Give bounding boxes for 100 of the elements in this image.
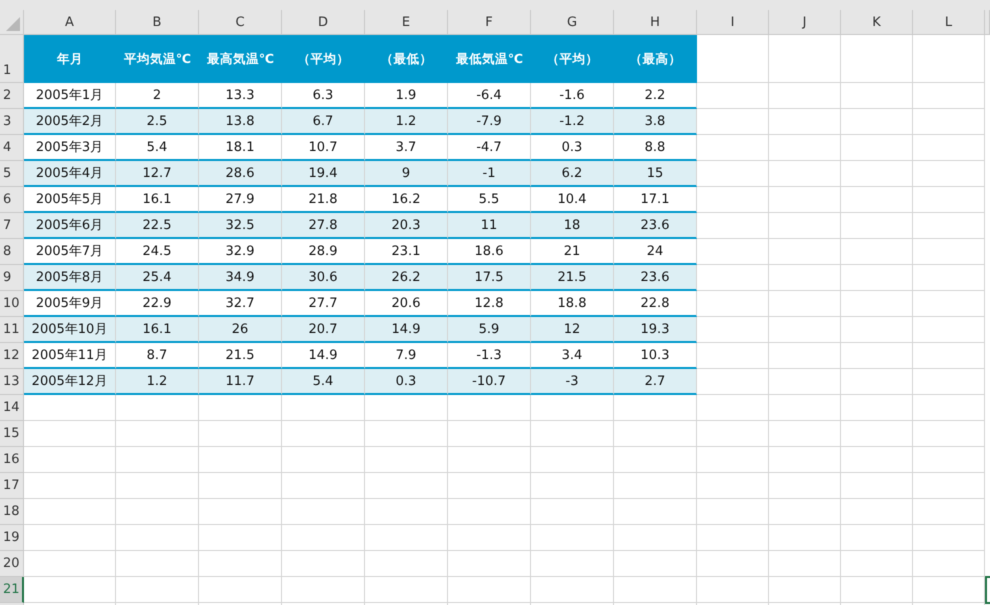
column-header[interactable]: E [365,10,448,35]
table-cell: 6.2 [531,161,614,187]
header-cell: 最低気温℃ [448,35,531,83]
table-cell: 18 [531,213,614,239]
table-cell: 32.7 [199,291,282,317]
column-header[interactable]: L [913,10,985,35]
table-cell: -3 [531,369,614,395]
table-cell: 2 [116,83,199,109]
column-header[interactable]: H [614,10,697,35]
table-cell: -1.2 [531,109,614,135]
row-header[interactable]: 8 [0,239,24,265]
table-cell: 20.6 [365,291,448,317]
table-cell: 3.4 [531,343,614,369]
table-cell: 15 [614,161,697,187]
table-cell: 23.1 [365,239,448,265]
table-cell: 30.6 [282,265,365,291]
row-header[interactable]: 13 [0,369,24,395]
table-cell: 25.4 [116,265,199,291]
table-cell: 5.9 [448,317,531,343]
table-cell: 6.7 [282,109,365,135]
table-cell: 32.9 [199,239,282,265]
table-cell: 26.2 [365,265,448,291]
row-header[interactable]: 17 [0,473,24,499]
row-header[interactable]: 4 [0,135,24,161]
header-cell: （最低） [365,35,448,83]
row-header[interactable]: 9 [0,265,24,291]
column-header[interactable]: C [199,10,282,35]
table-cell: 16.1 [116,317,199,343]
table-cell: 32.5 [199,213,282,239]
table-cell: 9 [365,161,448,187]
table-cell: 12.8 [448,291,531,317]
table-cell: 2005年4月 [24,161,116,187]
row-header[interactable]: 11 [0,317,24,343]
column-header[interactable]: G [531,10,614,35]
table-cell: 8.7 [116,343,199,369]
table-cell: 2005年12月 [24,369,116,395]
row-header[interactable]: 19 [0,525,24,551]
row-header[interactable]: 21 [0,577,24,603]
column-header[interactable]: I [697,10,769,35]
table-cell: 22.5 [116,213,199,239]
table-cell: 24.5 [116,239,199,265]
table-cell: 24 [614,239,697,265]
table-cell: 5.4 [282,369,365,395]
table-cell: 23.6 [614,265,697,291]
table-cell: 20.7 [282,317,365,343]
table-cell: 18.6 [448,239,531,265]
table-cell: 21.5 [199,343,282,369]
table-cell: -7.9 [448,109,531,135]
table-cell: 10.7 [282,135,365,161]
row-header[interactable]: 20 [0,551,24,577]
table-cell: 27.8 [282,213,365,239]
table-cell: 22.8 [614,291,697,317]
table-cell: 2005年8月 [24,265,116,291]
table-cell: 11 [448,213,531,239]
row-header[interactable]: 18 [0,499,24,525]
column-header[interactable]: D [282,10,365,35]
table-cell: -10.7 [448,369,531,395]
column-header[interactable]: J [769,10,841,35]
table-cell: 18.1 [199,135,282,161]
table-cell: 2005年11月 [24,343,116,369]
row-header[interactable]: 12 [0,343,24,369]
row-header[interactable]: 1 [0,35,24,83]
row-header[interactable]: 14 [0,395,24,421]
table-cell: 34.9 [199,265,282,291]
table-cell: 19.3 [614,317,697,343]
column-header[interactable]: B [116,10,199,35]
header-cell: （平均） [282,35,365,83]
table-cell: 2005年6月 [24,213,116,239]
table-cell: 8.8 [614,135,697,161]
column-header[interactable]: K [841,10,913,35]
table-cell: 16.2 [365,187,448,213]
table-cell: 2.7 [614,369,697,395]
table-cell: 0.3 [531,135,614,161]
table-cell: 5.4 [116,135,199,161]
table-cell: 20.3 [365,213,448,239]
table-cell: 11.7 [199,369,282,395]
row-header[interactable]: 7 [0,213,24,239]
row-header[interactable]: 5 [0,161,24,187]
table-cell: 10.4 [531,187,614,213]
table-cell: 27.9 [199,187,282,213]
row-header[interactable]: 10 [0,291,24,317]
row-header[interactable]: 16 [0,447,24,473]
column-header[interactable]: F [448,10,531,35]
table-cell: 14.9 [365,317,448,343]
table-cell: 21.5 [531,265,614,291]
table-cell: -1 [448,161,531,187]
row-header[interactable]: 3 [0,109,24,135]
table-cell: 12.7 [116,161,199,187]
table-cell: 1.2 [116,369,199,395]
table-cell: 2.5 [116,109,199,135]
row-header[interactable]: 6 [0,187,24,213]
table-cell: 2005年1月 [24,83,116,109]
row-header[interactable]: 2 [0,83,24,109]
column-header[interactable]: A [24,10,116,35]
table-cell: 21.8 [282,187,365,213]
header-cell: （平均） [531,35,614,83]
table-cell: 13.3 [199,83,282,109]
row-header[interactable]: 15 [0,421,24,447]
table-cell: 18.8 [531,291,614,317]
table-cell: 3.7 [365,135,448,161]
